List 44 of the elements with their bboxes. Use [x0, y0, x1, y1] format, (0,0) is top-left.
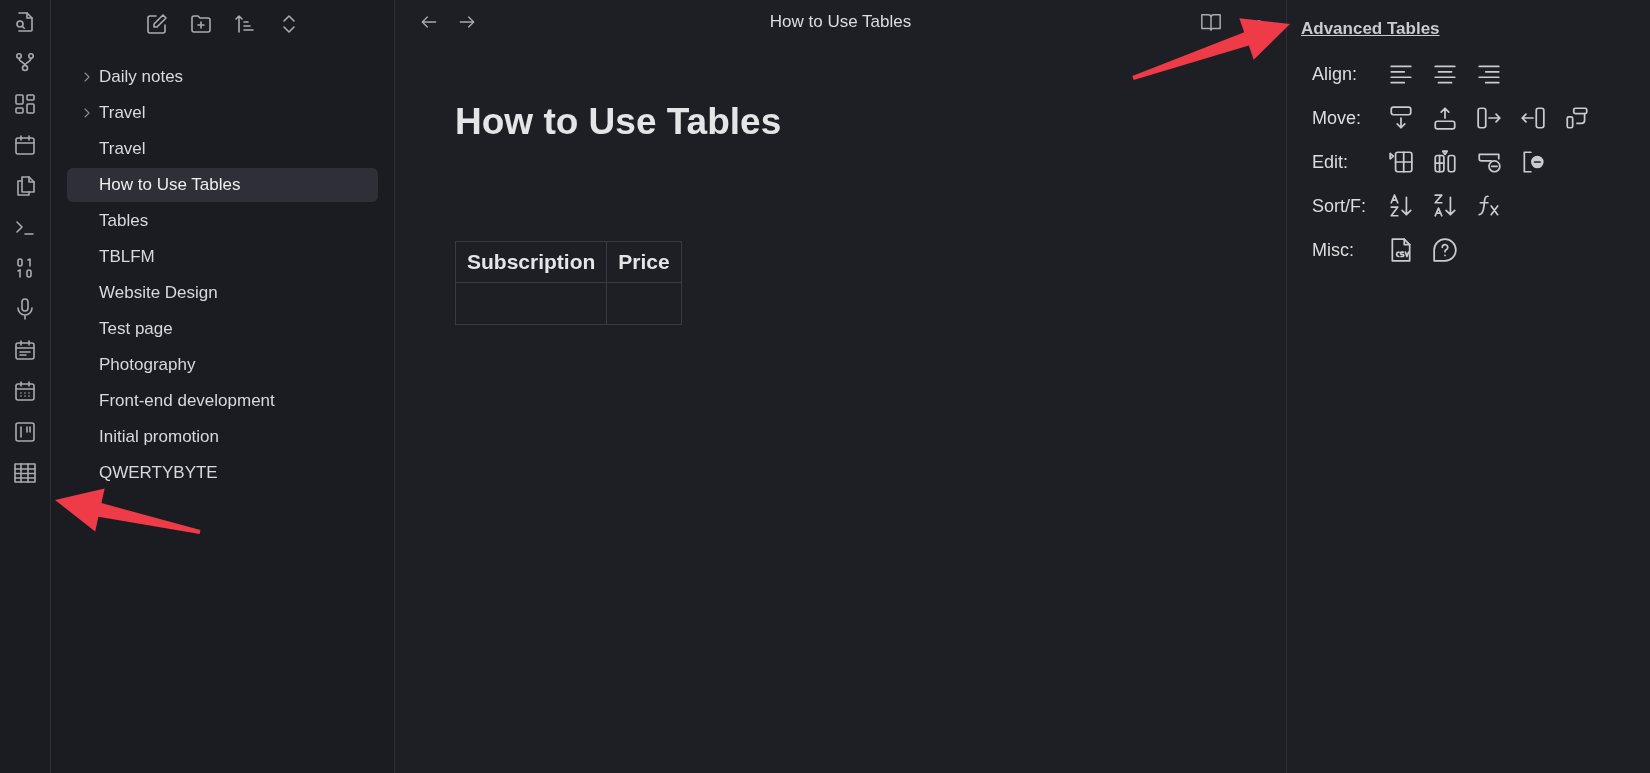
calendar-icon[interactable]: [13, 338, 37, 362]
insert-row-icon[interactable]: [1388, 149, 1414, 175]
note-title: How to Use Tables: [768, 11, 913, 34]
sort-az-icon[interactable]: [1388, 193, 1414, 219]
file-item[interactable]: Initial promotion: [67, 420, 378, 454]
file-item[interactable]: Website Design: [67, 276, 378, 310]
sort-za-icon[interactable]: [1432, 193, 1458, 219]
grid-icon[interactable]: [13, 92, 37, 116]
insert-column-icon[interactable]: [1432, 149, 1458, 175]
file-item[interactable]: Test page: [67, 312, 378, 346]
new-folder-icon[interactable]: [188, 12, 213, 36]
advanced-tables-link[interactable]: Advanced Tables: [1301, 16, 1440, 42]
row-down-icon[interactable]: [1388, 105, 1414, 131]
toolbar-label: Sort/F:: [1312, 194, 1367, 218]
table-icon[interactable]: [13, 461, 37, 485]
file-item[interactable]: Front-end development: [67, 384, 378, 418]
folder-item[interactable]: Travel: [67, 96, 378, 130]
transpose-icon[interactable]: [1564, 105, 1590, 131]
file-item[interactable]: Travel: [67, 132, 378, 166]
column-right-icon[interactable]: [1476, 105, 1502, 131]
csv-file-icon[interactable]: [1388, 237, 1414, 263]
toolbar-label: Edit:: [1312, 150, 1350, 174]
file-item[interactable]: How to Use Tables: [67, 168, 378, 202]
new-note-icon[interactable]: [144, 12, 169, 36]
delete-column-icon[interactable]: [1520, 149, 1546, 175]
file-item[interactable]: Tables: [67, 204, 378, 238]
file-item[interactable]: Photography: [67, 348, 378, 382]
folder-item[interactable]: Daily notes: [67, 60, 378, 94]
kanban-icon[interactable]: [13, 420, 37, 444]
note-heading: How to Use Tables: [455, 100, 783, 144]
row-up-icon[interactable]: [1432, 105, 1458, 131]
book-icon[interactable]: [1200, 11, 1222, 33]
sort-icon[interactable]: [232, 12, 257, 36]
calendar-icon[interactable]: [13, 379, 37, 403]
file-item[interactable]: QWERTYBYTE: [67, 456, 378, 490]
toolbar-label: Misc:: [1312, 238, 1355, 262]
toolbar-label: Move:: [1312, 106, 1363, 130]
toolbar-label: Align:: [1312, 62, 1359, 86]
table-header-cell: Subscription: [455, 241, 607, 282]
calendar-icon[interactable]: [13, 133, 37, 157]
help-icon[interactable]: [1432, 237, 1458, 263]
table-header-cell: Price: [606, 241, 682, 282]
column-left-icon[interactable]: [1520, 105, 1546, 131]
file-item[interactable]: TBLFM: [67, 240, 378, 274]
